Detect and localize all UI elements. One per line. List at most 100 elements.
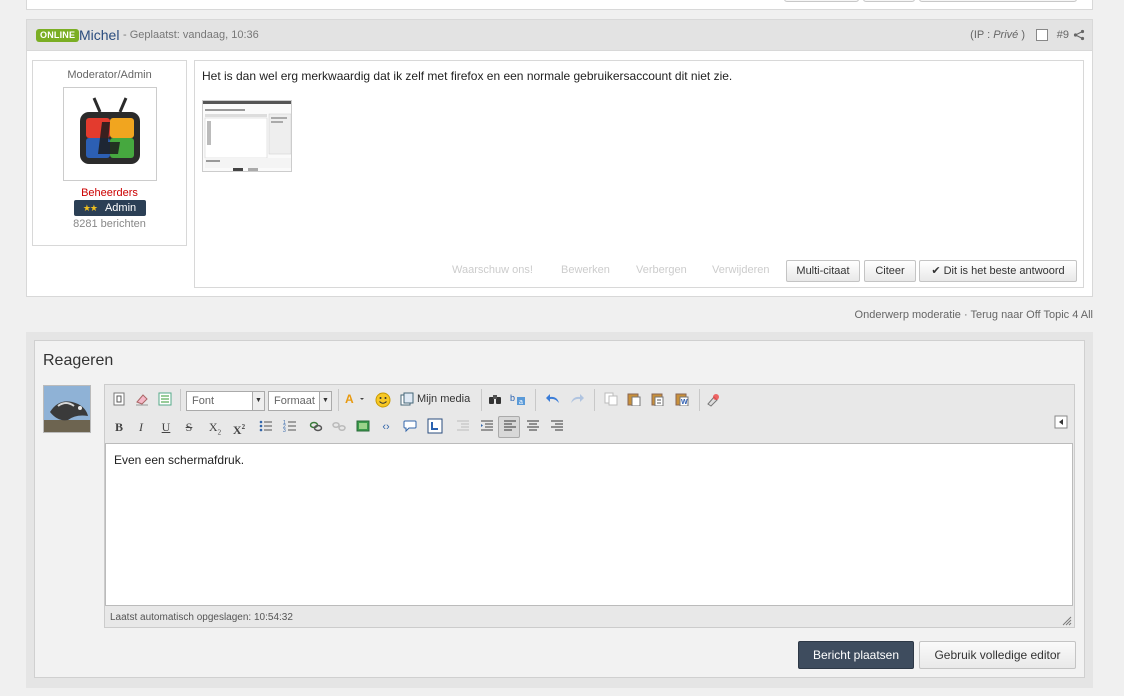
post-reply-button[interactable]: Bericht plaatsen (798, 641, 914, 669)
post-date: - Geplaatst: vandaag, 10:36 (123, 29, 259, 41)
select-post-checkbox[interactable] (1036, 29, 1048, 41)
best-answer-button[interactable]: ✔ Dit is het beste antwoord (919, 260, 1077, 282)
post-number-link[interactable]: #9 (1057, 29, 1069, 41)
post-header: ONLINE Michel - Geplaatst: vandaag, 10:3… (27, 20, 1092, 51)
media-button-label[interactable]: Mijn media (417, 393, 470, 405)
rank-badge: ★★ Admin (73, 200, 146, 216)
reply-textarea[interactable]: Even een schermafdruk. (105, 443, 1073, 606)
previous-post-button[interactable] (919, 0, 1077, 2)
ip-value: Privé (993, 29, 1019, 41)
paste-icon[interactable] (626, 392, 642, 408)
copy-icon[interactable] (603, 392, 619, 408)
editor-toolbar-row-2: B I U S X2 X2 123 ‹› (105, 413, 1074, 441)
thread-moderation-links[interactable]: Onderwerp moderatie · Terug naar Off Top… (855, 309, 1093, 321)
italic-icon[interactable]: I (133, 419, 149, 435)
subscript-icon[interactable]: X2 (207, 419, 223, 436)
rank-label: Admin (104, 202, 137, 214)
underline-icon[interactable]: U (158, 419, 174, 435)
user-group: Beheerders (81, 187, 138, 199)
align-right-icon[interactable] (549, 419, 565, 435)
tv-logo-icon (79, 97, 140, 164)
post-count: 8281 berichten (73, 218, 146, 230)
switch-mode-icon[interactable] (157, 392, 173, 408)
svg-text:3: 3 (283, 428, 286, 433)
warn-link[interactable]: Waarschuw ons! (452, 264, 533, 276)
quote-icon[interactable] (402, 419, 418, 435)
chevron-down-icon: ▼ (252, 392, 264, 410)
align-center-icon[interactable] (525, 419, 541, 435)
reply-panel: Reageren Font ▼ Formaat ▼ A Mijn media b… (34, 340, 1085, 678)
code-icon[interactable]: ‹› (378, 419, 394, 435)
user-info-panel: Moderator/Admin Beheerders ★★ Admin 8281 … (32, 60, 187, 246)
delete-link[interactable]: Verwijderen (712, 264, 769, 276)
undo-icon[interactable] (545, 392, 561, 408)
multiquote-button[interactable]: Multi-citaat (786, 260, 860, 282)
avatar[interactable] (62, 87, 157, 181)
rich-text-editor: Font ▼ Formaat ▼ A Mijn media ba W B I U… (104, 384, 1075, 628)
user-title: Moderator/Admin (67, 69, 152, 81)
full-editor-button[interactable]: Gebruik volledige editor (919, 641, 1076, 669)
source-icon[interactable] (111, 392, 127, 408)
toolbar-separator (180, 389, 181, 411)
edit-link[interactable]: Bewerken (561, 264, 610, 276)
collapse-toolbar-icon[interactable] (1053, 415, 1069, 431)
redo-icon[interactable] (569, 392, 585, 408)
post-message: Het is dan wel erg merkwaardig dat ik ze… (202, 69, 733, 83)
image-icon[interactable] (355, 419, 371, 435)
ip-prefix: (IP : (970, 29, 994, 41)
post-author-link[interactable]: Michel (79, 27, 119, 43)
spellcheck-icon[interactable] (705, 392, 721, 408)
hide-link[interactable]: Verbergen (636, 264, 687, 276)
attachment-icon[interactable] (427, 418, 443, 434)
strikethrough-icon[interactable]: S (181, 419, 197, 435)
svg-text:A: A (345, 392, 354, 406)
screenshot-attachment[interactable] (202, 100, 292, 172)
bold-icon[interactable]: B (111, 419, 127, 435)
resize-handle-icon[interactable] (1062, 615, 1072, 626)
paste-text-icon[interactable] (650, 392, 666, 408)
media-icon[interactable] (399, 392, 415, 408)
font-select-value: Font (192, 395, 215, 407)
quote-button[interactable]: Citeer (864, 260, 916, 282)
font-select[interactable]: Font ▼ (186, 391, 265, 411)
paste-word-icon[interactable]: W (674, 392, 690, 408)
star-icon: ★★ (82, 203, 98, 213)
link-icon[interactable] (308, 419, 324, 435)
previous-post-button[interactable] (863, 0, 915, 2)
toolbar-separator (481, 389, 482, 411)
text-color-icon[interactable]: A (344, 392, 366, 408)
screenshot-thumbnail-icon (203, 101, 291, 171)
forum-post: ONLINE Michel - Geplaatst: vandaag, 10:3… (26, 19, 1093, 297)
replace-icon[interactable]: ba (510, 392, 526, 408)
format-select-value: Formaat (274, 395, 315, 407)
previous-post-button[interactable] (784, 0, 859, 2)
toolbar-separator (535, 389, 536, 411)
format-select[interactable]: Formaat ▼ (268, 391, 332, 411)
indent-icon[interactable] (479, 419, 495, 435)
previous-post-edge (26, 0, 1093, 10)
ip-suffix: ) (1018, 29, 1025, 41)
smiley-icon[interactable] (375, 392, 391, 408)
outdent-icon[interactable] (455, 419, 471, 435)
reply-section: Reageren Font ▼ Formaat ▼ A Mijn media b… (26, 332, 1093, 688)
binoculars-icon[interactable] (487, 392, 503, 408)
current-user-avatar (43, 385, 91, 433)
toolbar-separator (594, 389, 595, 411)
svg-text:W: W (681, 399, 688, 406)
bullet-list-icon[interactable] (258, 419, 274, 435)
toolbar-separator (338, 389, 339, 411)
toolbar-separator (699, 389, 700, 411)
numbered-list-icon[interactable]: 123 (282, 419, 298, 435)
chevron-down-icon: ▼ (319, 392, 331, 410)
unlink-icon[interactable] (331, 419, 347, 435)
superscript-icon[interactable]: X2 (231, 419, 247, 437)
align-left-icon[interactable] (502, 419, 518, 435)
bird-avatar-icon (44, 386, 90, 432)
svg-text:a: a (519, 399, 523, 406)
ip-info: (IP : Privé ) (970, 29, 1025, 41)
post-content: Het is dan wel erg merkwaardig dat ik ze… (194, 60, 1084, 288)
online-badge: ONLINE (36, 29, 80, 42)
share-icon[interactable] (1073, 29, 1085, 41)
editor-toolbar-row-1: Font ▼ Formaat ▼ A Mijn media ba W (105, 386, 1074, 414)
eraser-icon[interactable] (134, 392, 150, 408)
